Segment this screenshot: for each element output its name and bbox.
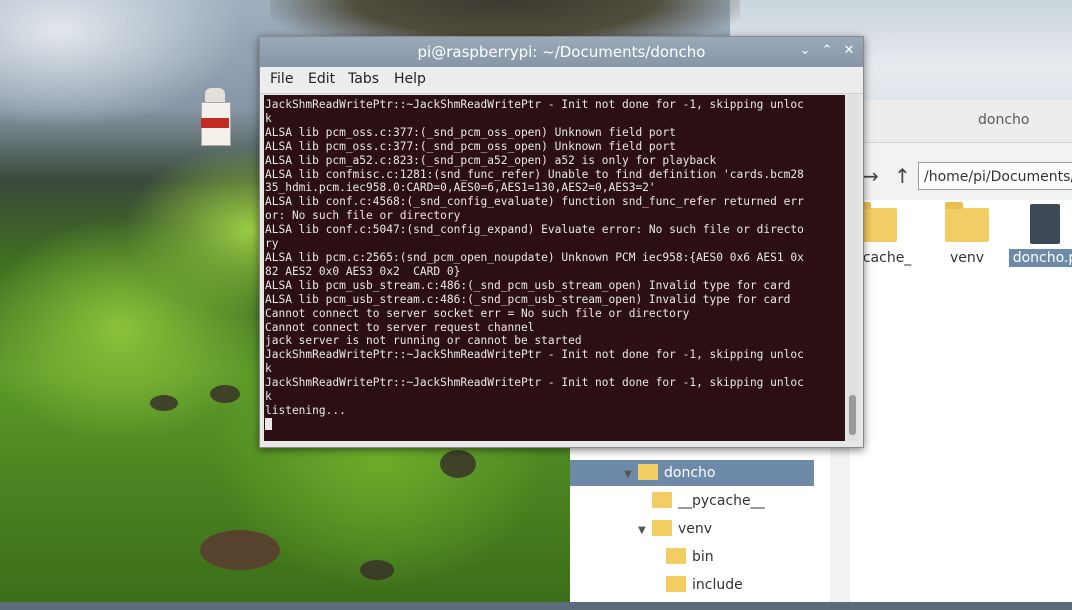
terminal-window[interactable]: pi@raspberrypi: ~/Documents/doncho ⌄ ⌃ ✕… (259, 36, 864, 448)
tree-item-venv[interactable]: ▼ venv (638, 516, 712, 542)
chevron-down-icon[interactable]: ▼ (638, 518, 652, 544)
close-icon[interactable]: ✕ (840, 42, 858, 60)
menu-file[interactable]: File (270, 71, 293, 87)
terminal-line: k (265, 390, 272, 404)
file-icon-view[interactable]: _pycache_ venv doncho.p (839, 200, 1072, 602)
terminal-line: ALSA lib confmisc.c:1281:(snd_func_refer… (265, 167, 804, 181)
terminal-line: ALSA lib pcm.c:2565:(snd_pcm_open_noupda… (265, 250, 804, 264)
path-input[interactable]: /home/pi/Documents/d (918, 162, 1072, 190)
terminal-line: ALSA lib conf.c:4568:(_snd_config_evalua… (265, 195, 804, 209)
terminal-line: ALSA lib conf.c:5047:(snd_config_expand)… (265, 223, 804, 237)
menu-help[interactable]: Help (394, 71, 426, 87)
folder-icon (666, 576, 686, 592)
python-file-icon (1030, 204, 1060, 244)
terminal-line: Cannot connect to server socket err = No… (265, 306, 690, 320)
wallpaper-rock (210, 385, 240, 403)
folder-item-venv[interactable]: venv (922, 202, 1012, 266)
up-arrow-icon[interactable]: ↑ (894, 164, 911, 188)
tree-item-doncho[interactable]: ▼ doncho (570, 460, 814, 486)
terminal-line: Cannot connect to server request channel (265, 320, 535, 334)
terminal-output: JackShmReadWritePtr::~JackShmReadWritePt… (264, 95, 845, 432)
terminal-titlebar[interactable]: pi@raspberrypi: ~/Documents/doncho ⌄ ⌃ ✕ (260, 37, 863, 67)
folder-icon (638, 464, 658, 480)
folder-icon (945, 202, 989, 242)
terminal-line: JackShmReadWritePtr::~JackShmReadWritePt… (265, 348, 804, 362)
terminal-line: 82 AES2 0x0 AES3 0x2 CARD 0} (265, 264, 461, 278)
file-item-doncho[interactable]: doncho.p (1000, 204, 1072, 267)
folder-icon (652, 520, 672, 536)
terminal-scrollbar[interactable] (847, 95, 859, 441)
wallpaper-rock (200, 530, 280, 570)
wallpaper-rock (150, 395, 178, 411)
terminal-line: JackShmReadWritePtr::~JackShmReadWritePt… (265, 98, 804, 111)
terminal-line: listening... (265, 403, 346, 417)
folder-tree[interactable]: Documents ▼doncho __pycache__ ▼venv bin … (570, 434, 830, 602)
folder-label: venv (949, 250, 985, 266)
terminal-line: ALSA lib pcm_oss.c:377:(_snd_pcm_oss_ope… (265, 125, 676, 139)
tree-item-include[interactable]: include (666, 572, 743, 598)
terminal-line: k (265, 111, 272, 125)
menu-edit[interactable]: Edit (308, 71, 335, 87)
terminal-line: ALSA lib pcm_oss.c:377:(_snd_pcm_oss_ope… (265, 139, 676, 153)
maximize-icon[interactable]: ⌃ (818, 42, 836, 60)
file-manager-title: doncho (978, 112, 1030, 128)
scrollbar-thumb[interactable] (849, 395, 856, 435)
terminal-line: ry (265, 237, 279, 251)
terminal-line: JackShmReadWritePtr::~JackShmReadWritePt… (265, 376, 804, 390)
terminal-menubar: File Edit Tabs Help (260, 67, 863, 94)
terminal-line: ALSA lib pcm_usb_stream.c:486:(_snd_pcm_… (265, 292, 791, 306)
folder-icon (666, 548, 686, 564)
terminal-line: or: No such file or directory (265, 209, 461, 223)
wallpaper-rock (440, 450, 476, 478)
terminal-cursor (265, 417, 272, 430)
wallpaper-rock (360, 560, 394, 580)
folder-icon (652, 492, 672, 508)
file-label: doncho.p (1008, 249, 1072, 267)
terminal-screen[interactable]: JackShmReadWritePtr::~JackShmReadWritePt… (264, 95, 845, 441)
wallpaper-lighthouse (193, 88, 237, 146)
terminal-line: k (265, 362, 272, 376)
menu-tabs[interactable]: Tabs (348, 71, 379, 87)
terminal-line: jack server is not running or cannot be … (265, 334, 582, 348)
chevron-down-icon[interactable]: ⌄ (796, 42, 814, 60)
terminal-line: ALSA lib pcm_a52.c:823:(_snd_pcm_a52_ope… (265, 153, 717, 167)
terminal-line: ALSA lib pcm_usb_stream.c:486:(_snd_pcm_… (265, 278, 791, 292)
tree-item-bin[interactable]: bin (666, 544, 714, 570)
chevron-down-icon[interactable]: ▼ (624, 462, 638, 488)
tree-item-pycache[interactable]: __pycache__ (652, 488, 765, 514)
terminal-line: 35_hdmi.pcm.iec958.0:CARD=0,AES0=6,AES1=… (265, 181, 656, 195)
forward-arrow-icon[interactable]: → (862, 164, 879, 188)
terminal-title: pi@raspberrypi: ~/Documents/doncho (417, 43, 706, 61)
